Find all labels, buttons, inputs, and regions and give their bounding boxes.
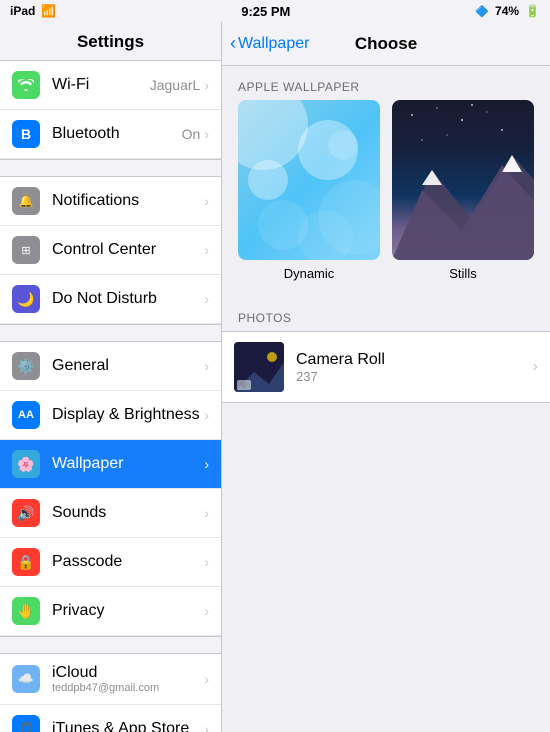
sidebar-item-privacy[interactable]: 🤚 Privacy › — [0, 587, 221, 636]
right-panel-title: Choose — [355, 34, 417, 54]
sidebar-item-control-center[interactable]: ⊞ Control Center › — [0, 226, 221, 275]
wifi-chevron: › — [204, 77, 209, 93]
do-not-disturb-chevron: › — [204, 291, 209, 307]
camera-roll-count: 237 — [296, 369, 533, 384]
bluetooth-label: Bluetooth — [52, 125, 182, 143]
general-chevron: › — [204, 358, 209, 374]
camera-roll-row[interactable]: Camera Roll 237 › — [222, 331, 550, 403]
wallpaper-stills[interactable]: Stills — [392, 100, 534, 281]
back-label: Wallpaper — [238, 35, 309, 53]
general-label: General — [52, 357, 200, 375]
sidebar-title: Settings — [16, 32, 205, 52]
status-left: iPad 📶 — [10, 4, 56, 18]
display-icon: AA — [12, 401, 40, 429]
itunes-chevron: › — [204, 721, 209, 732]
do-not-disturb-icon: 🌙 — [12, 285, 40, 313]
stills-thumbnail — [392, 100, 534, 260]
apple-wallpaper-section-label: APPLE WALLPAPER — [222, 66, 550, 100]
dynamic-thumbnail — [238, 100, 380, 260]
display-chevron: › — [204, 407, 209, 423]
sidebar-header: Settings — [0, 22, 221, 61]
sidebar-item-notifications[interactable]: 🔔 Notifications › — [0, 177, 221, 226]
ipad-label: iPad — [10, 4, 35, 18]
icloud-icon: ☁️ — [12, 665, 40, 693]
icloud-chevron: › — [204, 671, 209, 687]
back-button[interactable]: ‹ Wallpaper — [230, 33, 309, 54]
right-header: ‹ Wallpaper Choose — [222, 22, 550, 66]
passcode-icon: 🔒 — [12, 548, 40, 576]
status-right: 🔷 74% 🔋 — [475, 4, 540, 18]
itunes-icon: 🎵 — [12, 715, 40, 732]
wallpaper-label: Wallpaper — [52, 455, 200, 473]
notifications-chevron: › — [204, 193, 209, 209]
wallpaper-dynamic[interactable]: Dynamic — [238, 100, 380, 281]
sounds-chevron: › — [204, 505, 209, 521]
sounds-label: Sounds — [52, 504, 200, 522]
sidebar-item-do-not-disturb[interactable]: 🌙 Do Not Disturb › — [0, 275, 221, 324]
stills-label: Stills — [392, 266, 534, 281]
main-layout: Settings Wi-Fi JaguarL › B Bluetooth On … — [0, 22, 550, 732]
itunes-label: iTunes & App Store — [52, 720, 200, 732]
sidebar-group-system1: 🔔 Notifications › ⊞ Control Center › 🌙 D… — [0, 177, 221, 324]
icloud-email: teddpb47@gmail.com — [52, 682, 200, 694]
sidebar-item-passcode[interactable]: 🔒 Passcode › — [0, 538, 221, 587]
sidebar-item-itunes[interactable]: 🎵 iTunes & App Store › — [0, 705, 221, 732]
sidebar-group-network: Wi-Fi JaguarL › B Bluetooth On › — [0, 61, 221, 159]
bluetooth-chevron: › — [204, 126, 209, 142]
privacy-label: Privacy — [52, 602, 200, 620]
status-time: 9:25 PM — [241, 4, 290, 19]
icloud-label: iCloud — [52, 664, 200, 682]
sidebar-item-display[interactable]: AA Display & Brightness › — [0, 391, 221, 440]
wifi-label: Wi-Fi — [52, 76, 150, 94]
display-label: Display & Brightness — [52, 406, 200, 424]
bluetooth-icon: B — [12, 120, 40, 148]
photos-section-label: PHOTOS — [222, 297, 550, 331]
bluetooth-value: On — [182, 126, 201, 142]
camera-roll-title: Camera Roll — [296, 351, 533, 369]
control-center-icon: ⊞ — [12, 236, 40, 264]
passcode-chevron: › — [204, 554, 209, 570]
sidebar-item-sounds[interactable]: 🔊 Sounds › — [0, 489, 221, 538]
separator-2 — [0, 324, 221, 342]
camera-roll-thumbnail — [234, 342, 284, 392]
separator-1 — [0, 159, 221, 177]
notifications-label: Notifications — [52, 192, 200, 210]
do-not-disturb-label: Do Not Disturb — [52, 290, 200, 308]
sidebar-group-account: ☁️ iCloud teddpb47@gmail.com › 🎵 iTunes … — [0, 654, 221, 732]
bluetooth-icon: 🔷 — [475, 5, 489, 18]
camera-roll-chevron: › — [533, 358, 538, 376]
sidebar-item-icloud[interactable]: ☁️ iCloud teddpb47@gmail.com › — [0, 654, 221, 705]
sidebar: Settings Wi-Fi JaguarL › B Bluetooth On … — [0, 22, 222, 732]
wifi-value: JaguarL — [150, 77, 201, 93]
sidebar-item-general[interactable]: ⚙️ General › — [0, 342, 221, 391]
control-center-label: Control Center — [52, 241, 200, 259]
wallpaper-icon: 🌸 — [12, 450, 40, 478]
sidebar-group-system2: ⚙️ General › AA Display & Brightness › 🌸… — [0, 342, 221, 636]
camera-roll-info: Camera Roll 237 — [296, 351, 533, 384]
passcode-label: Passcode — [52, 553, 200, 571]
privacy-icon: 🤚 — [12, 597, 40, 625]
dynamic-label: Dynamic — [238, 266, 380, 281]
control-center-chevron: › — [204, 242, 209, 258]
wifi-icon: 📶 — [41, 4, 56, 18]
separator-3 — [0, 636, 221, 654]
right-panel: ‹ Wallpaper Choose APPLE WALLPAPER Dynam… — [222, 22, 550, 732]
battery-icon: 🔋 — [525, 4, 540, 18]
battery-percent: 74% — [495, 4, 519, 18]
privacy-chevron: › — [204, 603, 209, 619]
sidebar-item-bluetooth[interactable]: B Bluetooth On › — [0, 110, 221, 159]
status-bar: iPad 📶 9:25 PM 🔷 74% 🔋 — [0, 0, 550, 22]
wifi-icon — [12, 71, 40, 99]
wallpaper-chevron: › — [204, 456, 209, 472]
notifications-icon: 🔔 — [12, 187, 40, 215]
general-icon: ⚙️ — [12, 352, 40, 380]
sounds-icon: 🔊 — [12, 499, 40, 527]
sidebar-item-wallpaper[interactable]: 🌸 Wallpaper › — [0, 440, 221, 489]
sidebar-item-wifi[interactable]: Wi-Fi JaguarL › — [0, 61, 221, 110]
back-chevron-icon: ‹ — [230, 33, 236, 54]
wallpaper-grid: Dynamic — [222, 100, 550, 297]
